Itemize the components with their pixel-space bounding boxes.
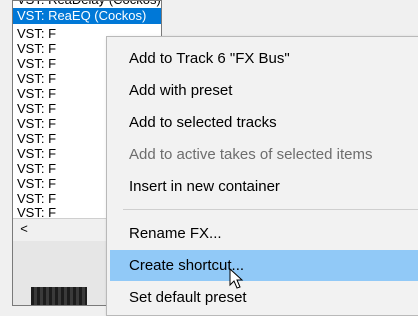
menu-item-rename-fx[interactable]: Rename FX... [110, 218, 418, 249]
level-meter [31, 287, 87, 305]
fx-context-menu: Add to Track 6 "FX Bus" Add with preset … [106, 36, 418, 316]
menu-item-add-to-selected-tracks[interactable]: Add to selected tracks [110, 107, 418, 138]
scroll-left-icon[interactable]: < [17, 221, 31, 237]
fx-list-item-selected[interactable]: VST: ReaEQ (Cockos) [13, 8, 161, 24]
menu-item-add-to-track[interactable]: Add to Track 6 "FX Bus" [110, 43, 418, 74]
menu-item-insert-new-container[interactable]: Insert in new container [110, 171, 418, 202]
menu-item-set-default-preset[interactable]: Set default preset [110, 282, 418, 313]
mouse-pointer-icon [229, 268, 244, 289]
menu-item-add-to-active-takes: Add to active takes of selected items [129, 146, 373, 163]
fx-list-item[interactable]: VST: ReaDelay (Cockos) [13, 1, 161, 8]
menu-item-add-with-preset[interactable]: Add with preset [110, 75, 418, 106]
menu-item-create-shortcut[interactable]: Create shortcut... [110, 250, 418, 281]
menu-separator [123, 209, 418, 210]
